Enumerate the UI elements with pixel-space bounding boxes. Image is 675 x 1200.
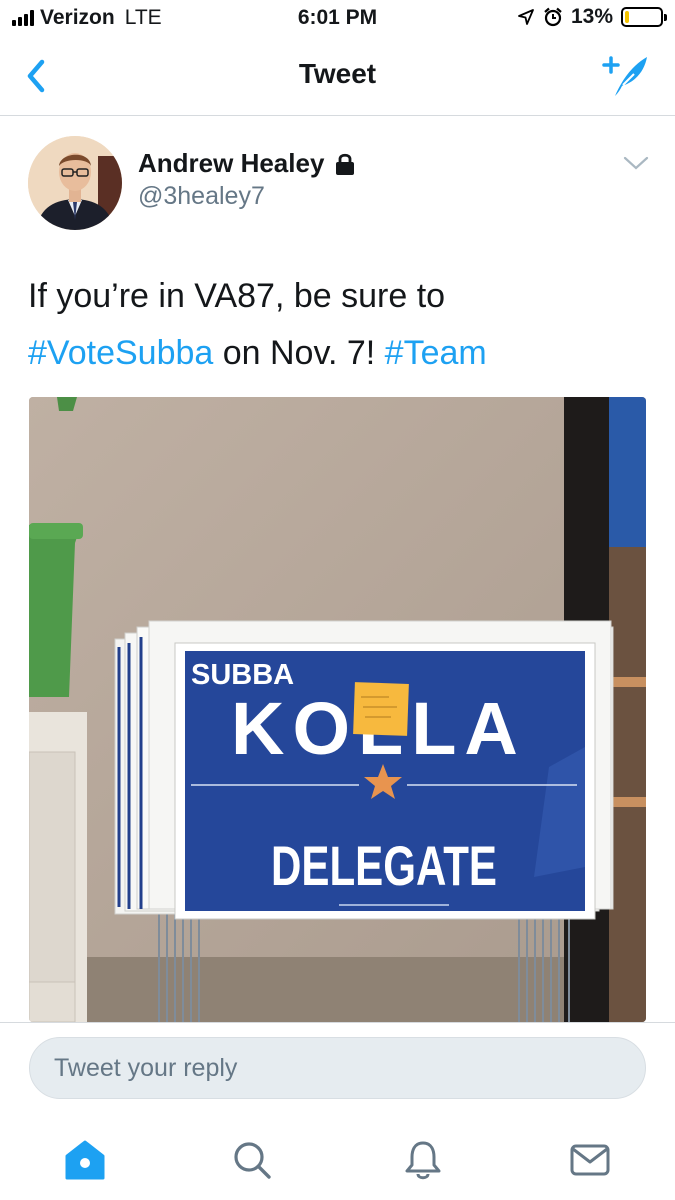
avatar[interactable] bbox=[28, 136, 122, 230]
chevron-down-icon[interactable] bbox=[623, 154, 649, 172]
tweet-text-part1: If you’re in VA87, be sure to bbox=[28, 277, 446, 315]
alarm-icon bbox=[544, 7, 562, 27]
page-title: Tweet bbox=[298, 58, 377, 89]
sign-delegate-text: DELEGATE bbox=[271, 834, 497, 897]
battery-fill bbox=[625, 11, 630, 23]
status-bar: Verizon LTE 6:01 PM 13% bbox=[0, 0, 675, 38]
author-name[interactable]: Andrew Healey bbox=[138, 148, 356, 179]
compose-tweet-icon[interactable] bbox=[601, 52, 651, 100]
tab-search[interactable] bbox=[222, 1132, 282, 1188]
tweet-text-part2: on Nov. 7! bbox=[213, 334, 385, 372]
home-icon bbox=[65, 1140, 105, 1180]
reply-bar: Tweet your reply bbox=[0, 1022, 675, 1120]
tab-messages[interactable] bbox=[560, 1132, 620, 1188]
battery-icon bbox=[621, 7, 667, 27]
messages-icon bbox=[570, 1144, 610, 1176]
search-icon bbox=[234, 1142, 271, 1179]
tweet-photo[interactable]: SUBBA KOLLA DELEGATE bbox=[29, 397, 646, 1022]
photo-campaign-signs: SUBBA KOLLA DELEGATE bbox=[29, 397, 646, 1022]
location-arrow-icon bbox=[518, 9, 534, 25]
battery-percent: 13% bbox=[570, 5, 613, 28]
hashtag-votesubba[interactable]: #VoteSubba bbox=[28, 334, 213, 372]
status-bar-right: 13% bbox=[517, 5, 667, 29]
reply-input[interactable]: Tweet your reply bbox=[29, 1037, 646, 1099]
notifications-icon bbox=[405, 1141, 441, 1180]
tab-bar bbox=[0, 1120, 675, 1200]
hashtag-team[interactable]: #Team bbox=[385, 334, 487, 372]
tab-home[interactable] bbox=[55, 1132, 115, 1188]
author-handle[interactable]: @3healey7 bbox=[138, 182, 265, 211]
navigation-bar: Tweet bbox=[0, 38, 675, 116]
lock-icon bbox=[336, 153, 355, 175]
tweet-text: If you’re in VA87, be sure to #VoteSubba… bbox=[28, 268, 648, 382]
avatar-photo bbox=[28, 136, 122, 230]
tab-notifications[interactable] bbox=[393, 1132, 453, 1188]
author-name-text[interactable]: Andrew Healey bbox=[138, 148, 324, 179]
